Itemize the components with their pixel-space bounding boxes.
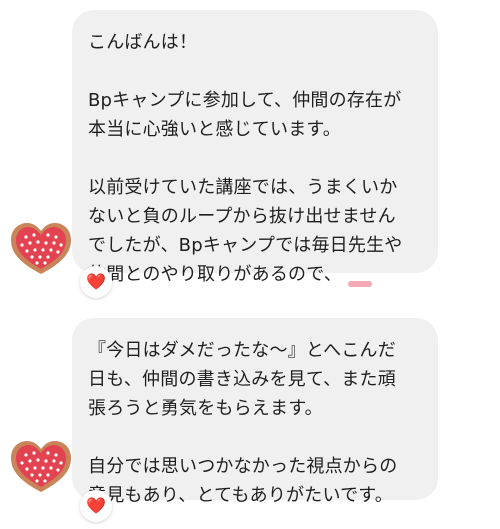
- heart-reaction-2[interactable]: ❤️: [80, 490, 112, 522]
- message-1-line: 仲間とのやり取りがあるので、: [88, 264, 342, 285]
- message-1-line: 本当に心強いと感じています。: [88, 119, 341, 140]
- message-bubble-2[interactable]: 『今日はダメだったな〜』とへこんだ 日も、仲間の書き込みを見て、また頑 張ろうと…: [72, 318, 438, 506]
- message-1-paragraph-3: 以前受けていた講座では、うまくいか ないと負のループから抜け出せません でしたが…: [88, 173, 424, 289]
- message-2-line: 日も、仲間の書き込みを見て、また頑: [88, 369, 396, 390]
- message-bubble-1[interactable]: こんばんは！ Bpキャンプに参加して、仲間の存在が 本当に心強いと感じています。…: [72, 10, 438, 285]
- message-2-line: 自分では思いつかなかった視点からの: [88, 456, 398, 477]
- message-2-line: 張ろうと勇気をもらえます。: [88, 398, 323, 419]
- message-1-line: こんばんは！: [88, 32, 198, 53]
- message-1-line: でしたが、Bpキャンプでは毎日先生や: [88, 235, 403, 256]
- message-1-line: 以前受けていた講座では、うまくいか: [88, 177, 398, 198]
- heart-cookie-avatar-icon[interactable]: [8, 438, 74, 496]
- message-2-paragraph-2: 自分では思いつかなかった視点からの 意見もあり、とてもありがたいです。: [88, 452, 424, 510]
- heart-icon: ❤️: [86, 272, 106, 291]
- message-2-line: 『今日はダメだったな〜』とへこんだ: [88, 340, 396, 361]
- decorative-smudge: [348, 281, 372, 287]
- message-1-line: Bpキャンプに参加して、仲間の存在が: [88, 90, 402, 111]
- heart-icon: ❤️: [86, 496, 106, 515]
- message-1-paragraph-2: Bpキャンプに参加して、仲間の存在が 本当に心強いと感じています。: [88, 86, 424, 144]
- message-2-paragraph-1: 『今日はダメだったな〜』とへこんだ 日も、仲間の書き込みを見て、また頑 張ろうと…: [88, 336, 424, 423]
- message-2-line: 意見もあり、とてもありがたいです。: [88, 485, 393, 506]
- message-1-paragraph-1: こんばんは！: [88, 28, 424, 57]
- message-1-line: ないと負のループから抜け出せません: [88, 206, 396, 227]
- heart-cookie-avatar-icon[interactable]: [8, 220, 74, 278]
- heart-reaction-1[interactable]: ❤️: [80, 266, 112, 298]
